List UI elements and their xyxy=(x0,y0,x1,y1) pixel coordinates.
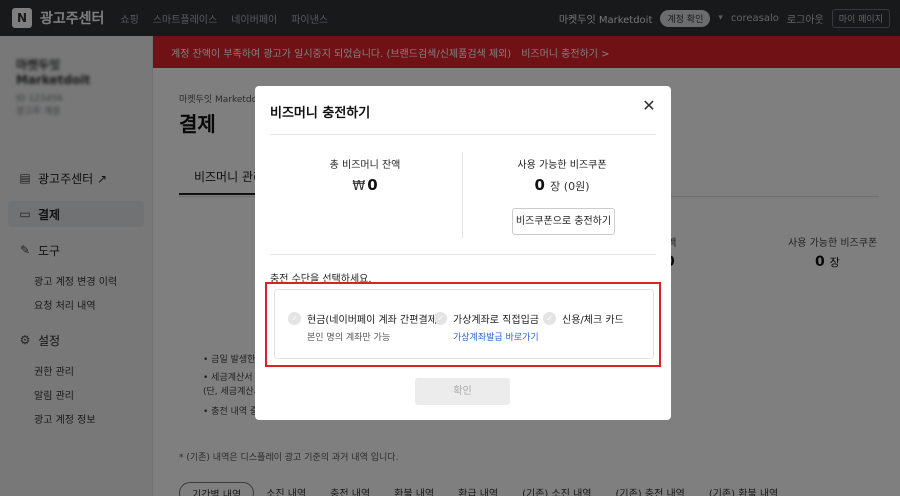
payment-option-cash[interactable]: ✓ 현금(네이버페이 계좌 간편결제) xyxy=(288,311,441,326)
payment-option-label: 신용/체크 카드 xyxy=(562,315,624,326)
balance-value: ₩0 xyxy=(270,176,460,194)
coupon-unit: 장 (0원) xyxy=(550,180,590,193)
check-circle-icon: ✓ xyxy=(434,312,447,325)
coupon-value: 0 장 (0원) xyxy=(467,176,657,194)
confirm-button[interactable]: 확인 xyxy=(415,378,510,405)
virtual-account-issue-link[interactable]: 가상계좌발급 바로가기 xyxy=(453,330,539,343)
payment-option-virtual-account[interactable]: ✓ 가상계좌로 직접입금 xyxy=(434,311,539,326)
close-icon[interactable]: ✕ xyxy=(639,96,659,116)
payment-option-label: 가상계좌로 직접입금 xyxy=(453,315,539,326)
modal-divider xyxy=(270,254,656,255)
balance-amount: 0 xyxy=(367,176,378,194)
modal-divider xyxy=(270,134,656,135)
modal-title: 비즈머니 충전하기 xyxy=(270,106,371,121)
stat-divider xyxy=(462,152,463,238)
balance-label: 총 비즈머니 잔액 xyxy=(329,160,401,171)
check-circle-icon: ✓ xyxy=(288,312,301,325)
charge-with-coupon-button[interactable]: 비즈쿠폰으로 충전하기 xyxy=(512,208,615,235)
payment-method-options: ✓ 현금(네이버페이 계좌 간편결제) 본인 명의 계좌만 가능 ✓ 가상계좌로… xyxy=(274,289,654,359)
coupon-count: 0 xyxy=(534,176,545,194)
check-circle-icon: ✓ xyxy=(543,312,556,325)
payment-option-card[interactable]: ✓ 신용/체크 카드 xyxy=(543,311,624,326)
payment-option-label: 현금(네이버페이 계좌 간편결제) xyxy=(307,315,441,326)
coupon-label: 사용 가능한 비즈쿠폰 xyxy=(517,160,607,171)
payment-option-cash-note: 본인 명의 계좌만 가능 xyxy=(307,333,391,343)
charge-bizmoney-modal: 비즈머니 충전하기 ✕ 총 비즈머니 잔액 ₩0 사용 가능한 비즈쿠폰 0 장… xyxy=(255,86,671,420)
won-currency-icon: ₩ xyxy=(352,179,366,194)
